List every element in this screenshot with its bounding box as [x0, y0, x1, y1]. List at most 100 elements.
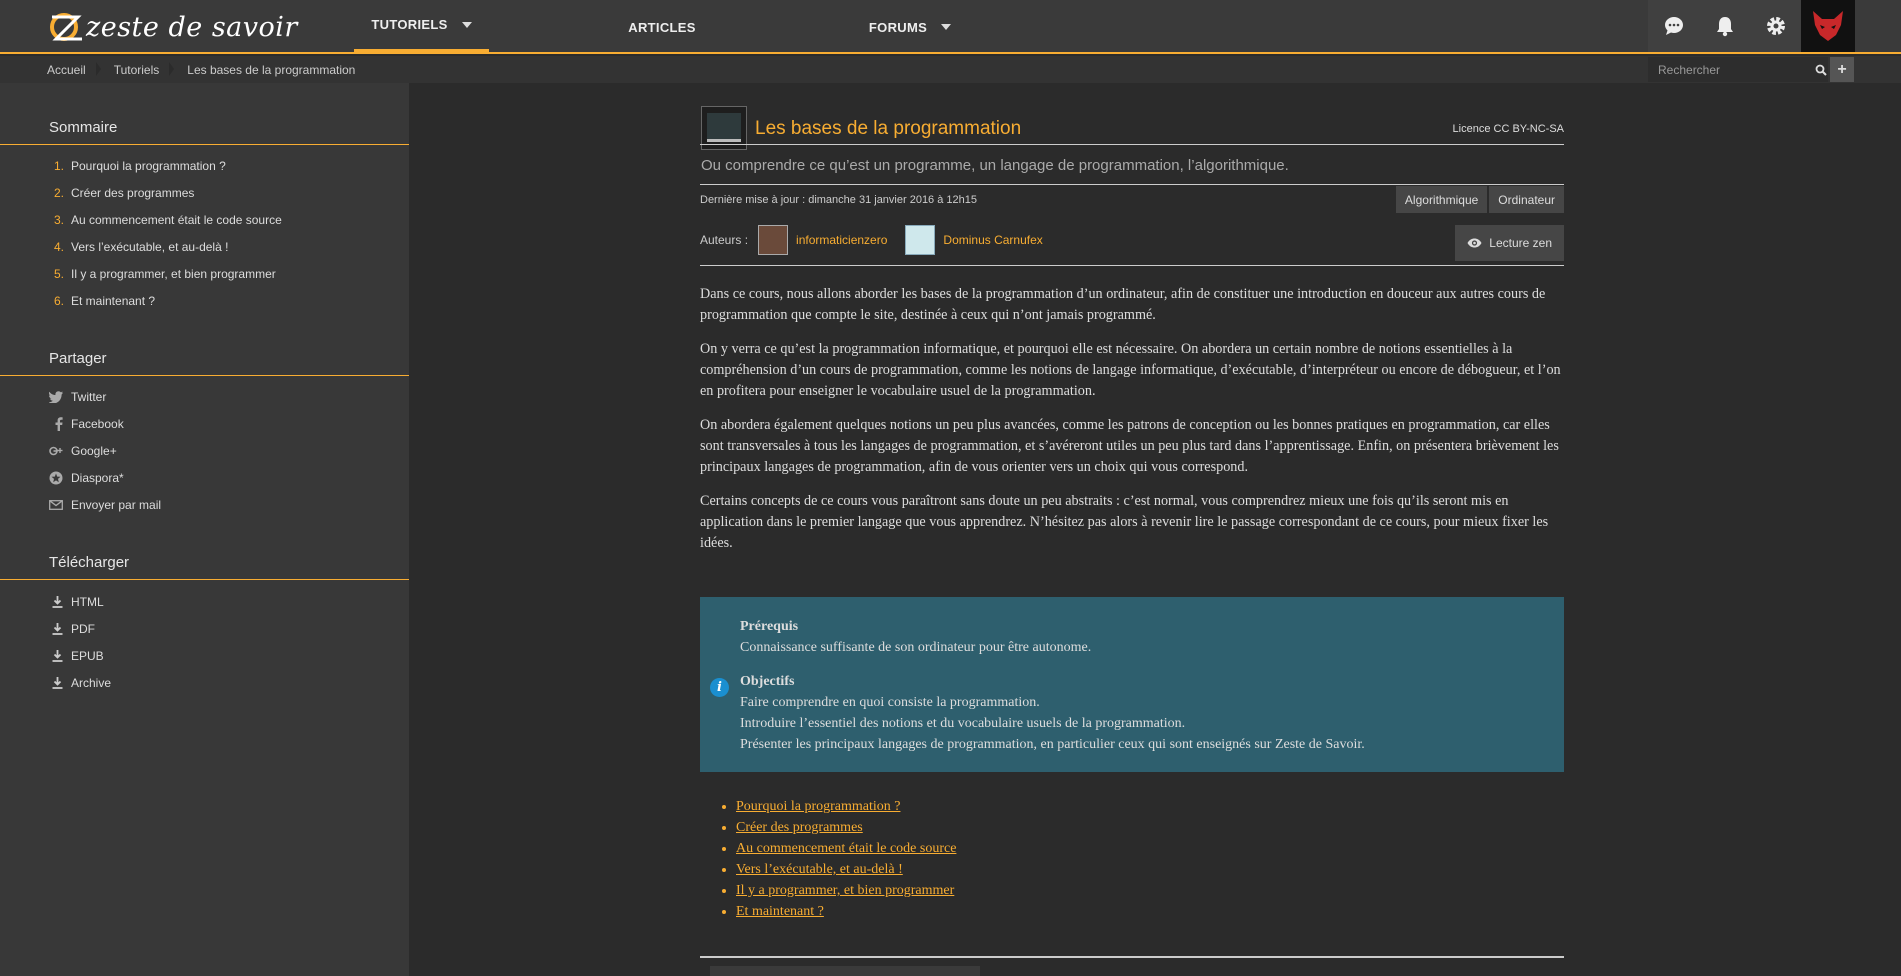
author-name: informaticienzero — [796, 233, 888, 247]
fox-avatar-icon — [1813, 11, 1843, 41]
telecharger-list: HTML PDF EPUB Archive — [0, 588, 409, 696]
chat-icon — [1664, 17, 1683, 35]
search-box — [1648, 57, 1828, 82]
sommaire-item-label: Pourquoi la programmation ? — [71, 158, 226, 173]
intro-text: Dans ce cours, nous allons aborder les b… — [700, 284, 1564, 567]
download-label: EPUB — [71, 648, 104, 663]
download-archive[interactable]: Archive — [0, 669, 409, 696]
nav-forums[interactable]: FORUMS — [840, 0, 980, 54]
licence-label[interactable]: Licence CC BY-NC-SA — [1453, 123, 1564, 135]
chapter-link[interactable]: Vers l’exécutable, et au-delà ! — [736, 859, 956, 880]
sommaire-item[interactable]: 2. Créer des programmes — [0, 179, 409, 206]
nav-forums-label: FORUMS — [868, 19, 928, 35]
sommaire-title: Sommaire — [49, 119, 118, 136]
share-facebook[interactable]: Facebook — [0, 410, 409, 437]
breadcrumb-tutoriels[interactable]: Tutoriels — [114, 63, 160, 77]
download-icon — [52, 622, 63, 635]
prereq-title: Prérequis — [740, 619, 799, 634]
objective-item: Faire comprendre en quoi consiste la pro… — [740, 695, 1040, 710]
sommaire-item[interactable]: 4. Vers l’exécutable, et au-delà ! — [0, 233, 409, 260]
search-button[interactable] — [1813, 57, 1828, 82]
messages-button[interactable] — [1648, 0, 1699, 52]
share-label: Facebook — [71, 416, 124, 431]
authors-label: Auteurs : — [700, 233, 749, 247]
search-input[interactable] — [1648, 57, 1813, 82]
breadcrumb-separator — [169, 56, 177, 83]
chapter-link[interactable]: Il y a programmer, et bien programmer — [736, 880, 956, 901]
notifications-button[interactable] — [1699, 0, 1750, 52]
authors: Auteurs : informaticienzero Dominus Carn… — [700, 225, 1043, 255]
nav-articles-label: ARTICLES — [628, 19, 696, 35]
intro-paragraph: Certains concepts de ce cours vous paraî… — [700, 493, 1549, 551]
telecharger-divider — [0, 579, 409, 580]
sommaire-list: 1. Pourquoi la programmation ? 2. Créer de… — [0, 152, 409, 314]
info-box: i Prérequis Connaissance suffisante de s… — [700, 597, 1564, 772]
top-header: zeste de savoir TUTORIELS ARTICLES FORUM… — [0, 0, 1901, 54]
partager-divider — [0, 375, 409, 376]
share-label: Envoyer par mail — [71, 497, 162, 512]
objective-item: Présenter les principaux langages de pro… — [740, 737, 1365, 752]
download-label: Archive — [71, 675, 112, 690]
chapter-link[interactable]: Créer des programmes — [736, 817, 956, 838]
author-link[interactable]: informaticienzero — [758, 225, 887, 255]
download-icon — [52, 676, 63, 689]
avatar — [905, 225, 936, 255]
author-link[interactable]: Dominus Carnufex — [905, 225, 1043, 255]
breadcrumb-accueil[interactable]: Accueil — [47, 63, 86, 77]
tag-ordinateur[interactable]: Ordinateur — [1489, 186, 1564, 213]
sommaire-item[interactable]: 3. Au commencement était le code source — [0, 206, 409, 233]
download-label: PDF — [71, 621, 95, 636]
share-label: Google+ — [71, 443, 117, 458]
chevron-down-icon — [461, 21, 472, 28]
chapter-link[interactable]: Au commencement était le code source — [736, 838, 956, 859]
info-icon: i — [710, 678, 729, 697]
twitter-icon — [49, 390, 63, 403]
zen-reading-button[interactable]: Lecture zen — [1455, 225, 1564, 261]
share-mail[interactable]: Envoyer par mail — [0, 491, 409, 518]
user-avatar[interactable] — [1801, 0, 1855, 52]
google-plus-icon — [49, 446, 63, 455]
title-divider — [700, 144, 1564, 145]
intro-paragraph: On abordera également quelques notions u… — [700, 417, 1559, 475]
breadcrumb-current[interactable]: Les bases de la programmation — [187, 63, 355, 77]
meta-divider — [700, 184, 1564, 185]
zen-label: Lecture zen — [1489, 236, 1552, 250]
sommaire-item-number: 6. — [53, 293, 64, 308]
share-label: Diaspora* — [71, 470, 124, 485]
tag-algorithmique[interactable]: Algorithmique — [1395, 186, 1488, 213]
authors-divider — [700, 265, 1564, 266]
sidebar: Sommaire 1. Pourquoi la programmation ? 2… — [0, 83, 409, 976]
sommaire-item-number: 4. — [53, 239, 64, 254]
intro-paragraph: Dans ce cours, nous allons aborder les b… — [700, 286, 1546, 323]
gear-icon — [1766, 17, 1785, 35]
sommaire-divider — [0, 144, 409, 145]
sommaire-item[interactable]: 1. Pourquoi la programmation ? — [0, 152, 409, 179]
download-label: HTML — [71, 594, 104, 609]
share-twitter[interactable]: Twitter — [0, 383, 409, 410]
sommaire-item[interactable]: 5. Il y a programmer, et bien programmer — [0, 260, 409, 287]
download-html[interactable]: HTML — [0, 588, 409, 615]
sommaire-item[interactable]: 6. Et maintenant ? — [0, 287, 409, 314]
article-subtitle: Ou comprendre ce qu’est un programme, un… — [701, 157, 1289, 174]
nav-tutoriels[interactable]: TUTORIELS — [354, 0, 489, 52]
download-pdf[interactable]: PDF — [0, 615, 409, 642]
intro-paragraph: On y verra ce qu’est la programmation in… — [700, 341, 1561, 399]
breadcrumb-separator — [95, 56, 104, 83]
share-google-plus[interactable]: Google+ — [0, 437, 409, 464]
site-logo[interactable]: zeste de savoir — [48, 8, 298, 46]
sommaire-item-number: 1. — [53, 158, 64, 173]
settings-button[interactable] — [1750, 0, 1801, 52]
share-diaspora[interactable]: Diaspora* — [0, 464, 409, 491]
download-epub[interactable]: EPUB — [0, 642, 409, 669]
sommaire-item-label: Au commencement était le code source — [71, 212, 282, 227]
last-update: Dernière mise à jour : dimanche 31 janvi… — [700, 194, 977, 206]
nav-articles[interactable]: ARTICLES — [600, 0, 724, 54]
plus-icon: + — [1837, 60, 1847, 78]
partager-list: Twitter Facebook Google+ Diaspora* Envoy… — [0, 383, 409, 518]
chapter-link[interactable]: Et maintenant ? — [736, 901, 956, 922]
bell-icon — [1716, 17, 1733, 37]
chapter-link[interactable]: Pourquoi la programmation ? — [736, 796, 956, 817]
advanced-search-button[interactable]: + — [1830, 57, 1854, 82]
tag-list: Algorithmique Ordinateur — [1394, 186, 1564, 213]
partager-title: Partager — [49, 350, 107, 367]
